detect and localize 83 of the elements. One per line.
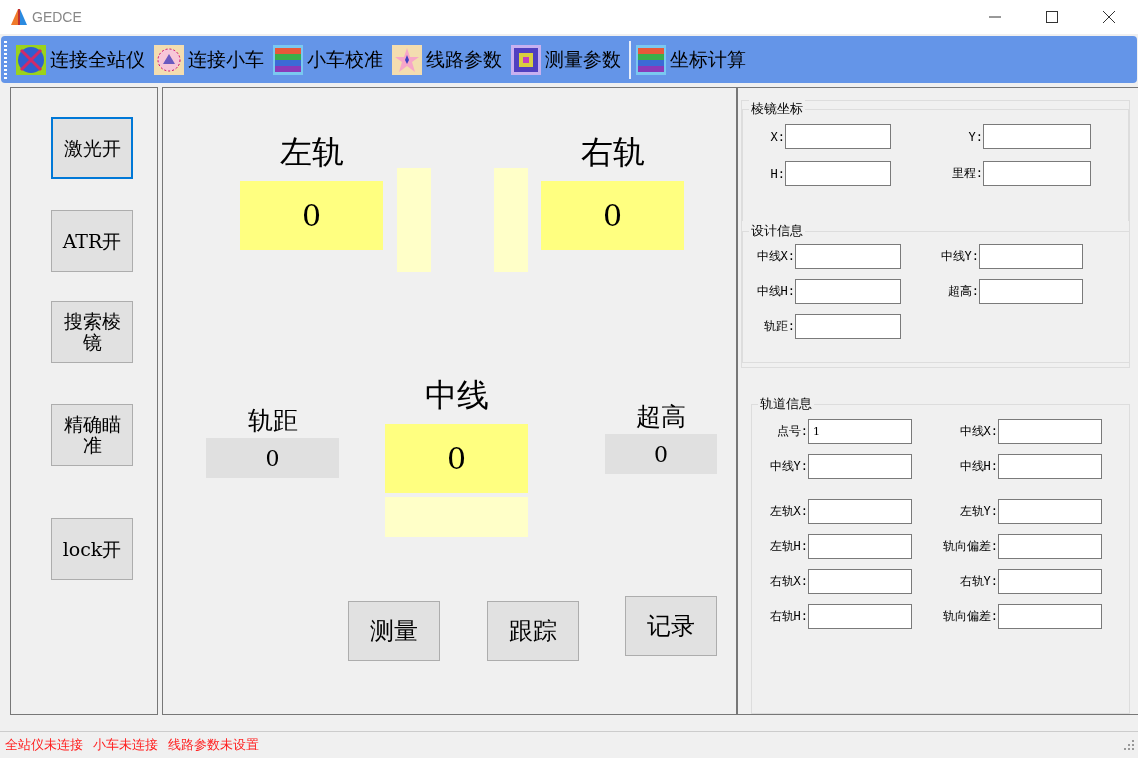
field-label: 右轨Y: xyxy=(958,573,998,591)
field-label: 中线H: xyxy=(755,283,795,300)
input-field[interactable] xyxy=(808,534,912,560)
input-field[interactable] xyxy=(795,244,901,269)
resize-grip-icon[interactable] xyxy=(1124,740,1134,750)
field-label: 中线Y: xyxy=(939,248,979,265)
toolbar-button[interactable]: 线路参数 xyxy=(389,39,508,80)
input-field[interactable] xyxy=(998,419,1102,445)
field-label: 点号: xyxy=(775,423,808,441)
field-label: 轨向偏差: xyxy=(941,538,998,556)
toolbar-button[interactable]: 小车校准 xyxy=(270,39,389,80)
side-button[interactable]: 搜索棱镜 xyxy=(51,301,133,363)
window-title: GEDCE xyxy=(32,9,82,25)
field-label: 里程: xyxy=(950,165,983,182)
toolbar-button[interactable]: 连接全站仪 xyxy=(13,39,151,80)
field-label: 轨向偏差: xyxy=(941,608,998,626)
group-title: 棱镜坐标 xyxy=(749,100,805,118)
input-field[interactable] xyxy=(808,569,912,595)
input-field[interactable] xyxy=(979,279,1083,304)
field-label: Y: xyxy=(967,129,983,144)
gauge-label: 轨距 xyxy=(247,405,298,437)
input-field[interactable] xyxy=(808,454,912,480)
input-field[interactable] xyxy=(785,161,891,186)
field-label: 右轨H: xyxy=(768,608,808,626)
grip-handle[interactable] xyxy=(4,40,7,79)
superelevation-value: 0 xyxy=(605,434,717,474)
input-field[interactable] xyxy=(795,314,901,339)
stripes-icon xyxy=(636,44,666,75)
field-label: 中线X: xyxy=(958,423,998,441)
field-label: 超高: xyxy=(946,283,979,300)
action-button[interactable]: 记录 xyxy=(625,596,717,656)
input-field[interactable] xyxy=(983,124,1091,149)
gauge-value: 0 xyxy=(206,438,339,478)
app-logo-icon xyxy=(10,8,28,26)
side-button[interactable]: 激光开 xyxy=(51,117,133,179)
rail-value: 0 xyxy=(541,181,684,250)
toolbar-button[interactable]: 坐标计算 xyxy=(633,39,752,80)
triangle-badge-icon xyxy=(154,44,184,75)
field-label: 中线Y: xyxy=(768,458,808,476)
side-button[interactable]: 精确瞄准 xyxy=(51,404,133,466)
field-label: 左轨Y: xyxy=(958,503,998,521)
field-label: 左轨H: xyxy=(768,538,808,556)
action-button[interactable]: 测量 xyxy=(348,601,440,661)
side-button[interactable]: ATR开 xyxy=(51,210,133,272)
status-text: 小车未连接 xyxy=(93,736,158,754)
superelevation-label: 超高 xyxy=(636,401,686,433)
centerline-label: 中线 xyxy=(424,375,489,416)
stripes-icon xyxy=(273,44,303,75)
close-icon[interactable] xyxy=(1103,11,1115,23)
input-field[interactable]: 1 xyxy=(808,419,912,445)
status-text: 线路参数未设置 xyxy=(168,736,259,754)
nested-squares-icon xyxy=(511,44,541,75)
input-field[interactable] xyxy=(998,499,1102,525)
input-field[interactable] xyxy=(998,604,1102,630)
field-label: 中线H: xyxy=(958,458,998,476)
side-button[interactable]: lock开 xyxy=(51,518,133,580)
action-button[interactable]: 跟踪 xyxy=(487,601,579,661)
field-label: 左轨X: xyxy=(768,503,808,521)
centerline-value: 0 xyxy=(385,424,528,493)
circle-cross-icon xyxy=(16,44,46,75)
status-text: 全站仪未连接 xyxy=(5,736,83,754)
rail-label: 左轨 xyxy=(279,132,344,173)
maximize-icon[interactable] xyxy=(1046,11,1058,23)
rail-label: 右轨 xyxy=(580,132,645,173)
input-field[interactable] xyxy=(998,569,1102,595)
input-field[interactable] xyxy=(998,534,1102,560)
field-label: H: xyxy=(769,166,785,181)
field-label: 中线X: xyxy=(755,248,795,265)
input-field[interactable] xyxy=(979,244,1083,269)
input-field[interactable] xyxy=(998,454,1102,480)
input-field[interactable] xyxy=(808,604,912,630)
rail-value: 0 xyxy=(240,181,383,250)
group-title: 设计信息 xyxy=(749,222,805,240)
input-field[interactable] xyxy=(808,499,912,525)
toolbar-button[interactable]: 测量参数 xyxy=(508,39,627,80)
field-label: X: xyxy=(769,129,785,144)
toolbar-button[interactable]: 连接小车 xyxy=(151,39,270,80)
field-label: 轨距: xyxy=(762,318,795,335)
star-icon xyxy=(392,44,422,75)
field-label: 右轨X: xyxy=(768,573,808,591)
input-field[interactable] xyxy=(795,279,901,304)
input-field[interactable] xyxy=(983,161,1091,186)
input-field[interactable] xyxy=(785,124,891,149)
